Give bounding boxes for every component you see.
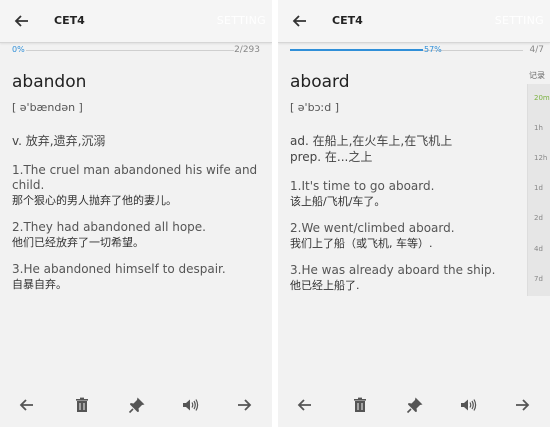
example-item: 3.He abandoned himself to despair. 自暴自弃。 [12,262,262,292]
progress-fill [290,49,423,51]
example-item: 1.It's time to go aboard. 该上船/飞机/车了。 [290,179,525,209]
bottom-toolbar [0,392,272,420]
record-panel-title: 记录 [529,71,545,80]
example-chinese: 自暴自弃。 [12,278,67,291]
example-chinese: 他已经上船了. [290,279,360,292]
next-arrow-icon[interactable] [513,396,531,414]
bottom-toolbar [278,392,550,420]
top-bar: CET4 SETTING [278,0,550,43]
record-item[interactable]: 1h [534,124,543,132]
progress-count: 4/7 [529,45,544,55]
record-item[interactable]: 20m [534,94,550,102]
record-item[interactable]: 12h [534,154,547,162]
example-item: 2.We went/climbed aboard. 我们上了船（或飞机, 车等）… [290,221,525,251]
word-title: aboard [290,72,350,92]
progress-count: 2/293 [234,45,260,55]
example-english: 2.They had abandoned all hope. [12,220,206,234]
example-english: 3.He abandoned himself to despair. [12,262,226,276]
examples-list: 1.It's time to go aboard. 该上船/飞机/车了。 2.W… [290,179,525,305]
record-item[interactable]: 1d [534,184,543,192]
progress-bar [26,50,234,51]
phonetic: [ ə'bændən ] [12,101,83,114]
next-arrow-icon[interactable] [235,396,253,414]
top-bar: CET4 SETTING [0,0,272,43]
definition-line: prep. 在...之上 [290,150,373,164]
definition-line: ad. 在船上,在火车上,在飞机上 [290,134,453,148]
example-item: 2.They had abandoned all hope. 他们已经放弃了一切… [12,220,262,250]
setting-button[interactable]: SETTING [495,14,544,27]
progress-percent: 57% [424,45,442,54]
example-chinese: 该上船/飞机/车了。 [290,195,386,208]
phonetic: [ ə'bɔːd ] [290,101,340,114]
speaker-icon[interactable] [459,396,477,414]
app-title: CET4 [332,14,363,27]
record-panel: 20m 1h 12h 1d 2d 4d 7d [527,84,550,296]
examples-list: 1.The cruel man abandoned his wife and c… [12,163,262,304]
example-chinese: 我们上了船（或飞机, 车等）. [290,237,433,250]
previous-arrow-icon[interactable] [296,396,314,414]
example-english: 1.It's time to go aboard. [290,179,435,193]
trash-icon[interactable] [73,396,91,414]
app-title: CET4 [54,14,85,27]
trash-icon[interactable] [351,396,369,414]
example-english: 2.We went/climbed aboard. [290,221,455,235]
speaker-icon[interactable] [181,396,199,414]
example-chinese: 那个狠心的男人抛弃了他的妻儿。 [12,194,177,207]
pin-icon[interactable] [128,396,146,414]
example-english: 1.The cruel man abandoned his wife and c… [12,163,258,192]
progress-percent: 0% [12,45,25,54]
record-item[interactable]: 4d [534,245,543,253]
record-item[interactable]: 2d [534,214,543,222]
record-item[interactable]: 7d [534,275,543,283]
word-card-right: CET4 SETTING 57% 4/7 aboard [ ə'bɔːd ] a… [278,0,550,427]
definitions: ad. 在船上,在火车上,在飞机上 prep. 在...之上 [290,133,452,165]
word-title: abandon [12,72,87,92]
example-item: 3.He was already aboard the ship. 他已经上船了… [290,263,525,293]
word-card-left: CET4 SETTING 0% 2/293 abandon [ ə'bændən… [0,0,272,427]
pin-icon[interactable] [406,396,424,414]
definitions: v. 放弃,遗弃,沉溺 [12,133,105,149]
setting-button[interactable]: SETTING [217,14,266,27]
back-arrow-icon[interactable] [290,11,310,31]
previous-arrow-icon[interactable] [18,396,36,414]
definition-line: v. 放弃,遗弃,沉溺 [12,134,106,148]
back-arrow-icon[interactable] [12,11,32,31]
example-chinese: 他们已经放弃了一切希望。 [12,236,144,249]
example-item: 1.The cruel man abandoned his wife and c… [12,163,262,208]
example-english: 3.He was already aboard the ship. [290,263,496,277]
